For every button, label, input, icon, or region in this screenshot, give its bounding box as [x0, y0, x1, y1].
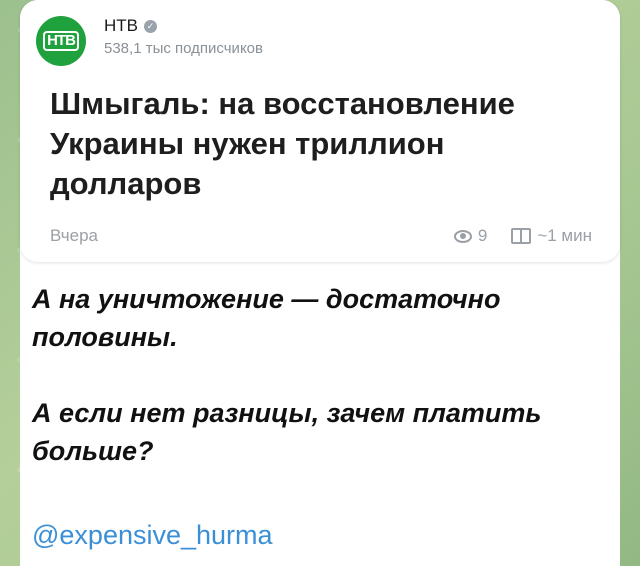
channel-name-row[interactable]: НТВ ✓ — [104, 16, 157, 36]
channel-avatar[interactable]: НТВ — [36, 16, 86, 66]
read-time: ~1 мин — [537, 226, 592, 245]
ntv-logo-icon: НТВ — [43, 31, 79, 51]
article-headline[interactable]: Шмыгаль: на восстановление Украины нужен… — [50, 84, 590, 204]
eye-icon — [453, 229, 472, 243]
message-line-2: А если нет разницы, зачем платить больше… — [32, 398, 542, 466]
author-mention-link[interactable]: @expensive_hurma — [32, 520, 273, 551]
verified-icon: ✓ — [144, 19, 157, 33]
article-date: Вчера — [50, 226, 98, 245]
message-text: А на уничтожение — достаточно половины. … — [32, 280, 602, 508]
article-stats: 9 ~1 мин — [453, 226, 592, 246]
book-icon — [511, 228, 532, 244]
channel-name[interactable]: НТВ — [104, 16, 138, 36]
subscriber-count: 538,1 тыс подписчиков — [104, 40, 263, 57]
view-count: 9 — [477, 226, 488, 245]
message-line-1: А на уничтожение — достаточно половины. — [32, 284, 501, 352]
